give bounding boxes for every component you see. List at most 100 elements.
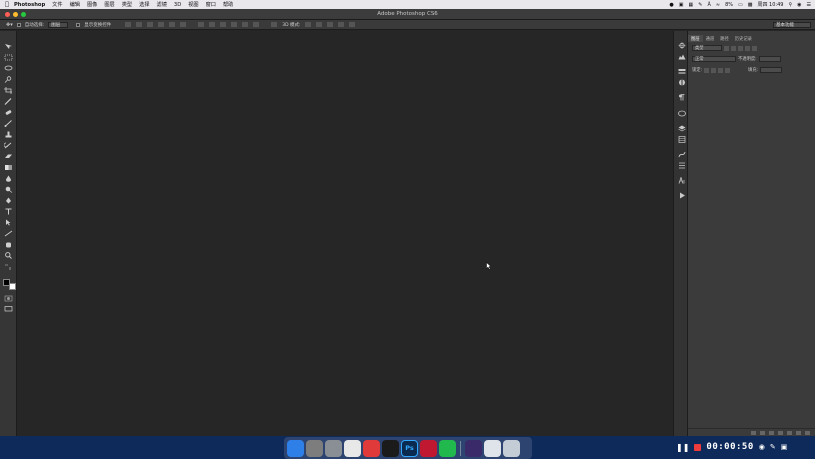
filter-adjustment-icon[interactable] xyxy=(731,45,736,51)
screen-mode-icon[interactable] xyxy=(4,305,13,312)
lock-image-icon[interactable] xyxy=(711,67,717,73)
menu-filter[interactable]: 滤镜 xyxy=(157,1,167,8)
camera-icon[interactable]: ◉ xyxy=(759,443,765,451)
fullscreen-icon[interactable]: ▣ xyxy=(781,443,788,451)
actions-icon[interactable] xyxy=(678,192,686,199)
distribute-left-icon[interactable] xyxy=(231,22,238,27)
link-layers-icon[interactable] xyxy=(751,430,756,435)
dock-chrome-icon[interactable] xyxy=(344,439,361,457)
pen-annotate-icon[interactable]: ✎ xyxy=(770,443,776,451)
dock-weibo-icon[interactable] xyxy=(363,439,380,457)
notification-center-icon[interactable]: ☰ xyxy=(807,2,811,8)
distribute-top-icon[interactable] xyxy=(198,22,205,27)
bluetooth-icon[interactable]: Å xyxy=(707,2,710,8)
gradient-tool-icon[interactable] xyxy=(4,164,13,171)
battery-percent[interactable]: 8% xyxy=(725,2,733,8)
adjustments-icon[interactable] xyxy=(678,68,686,75)
align-vcenter-icon[interactable] xyxy=(136,22,143,27)
stop-recording-button[interactable] xyxy=(694,443,702,451)
lock-position-icon[interactable] xyxy=(718,67,724,73)
adjustment-layer-icon[interactable] xyxy=(778,430,783,435)
3d-pan-icon[interactable] xyxy=(326,22,333,27)
channels-icon[interactable] xyxy=(678,136,686,143)
lock-transparent-icon[interactable] xyxy=(704,67,710,73)
history-brush-tool-icon[interactable] xyxy=(4,142,13,149)
tab-paths[interactable]: 路径 xyxy=(717,35,732,42)
histogram-icon[interactable] xyxy=(678,53,686,60)
distribute-hcenter-icon[interactable] xyxy=(242,22,249,27)
dock-preview-icon[interactable] xyxy=(484,439,501,457)
dock-photoshop-icon[interactable]: Ps xyxy=(401,439,418,457)
path-select-tool-icon[interactable] xyxy=(4,219,13,226)
3d-rotate-icon[interactable] xyxy=(304,22,311,27)
align-left-icon[interactable] xyxy=(158,22,165,27)
filter-type-icon[interactable] xyxy=(738,45,743,51)
zoom-tool-icon[interactable] xyxy=(4,252,13,259)
properties-icon[interactable] xyxy=(678,162,686,169)
align-hcenter-icon[interactable] xyxy=(169,22,176,27)
quick-mask-icon[interactable] xyxy=(4,295,13,302)
blend-mode-dropdown[interactable]: 正常 xyxy=(692,56,736,62)
filter-smart-object-icon[interactable] xyxy=(752,45,757,51)
healing-brush-tool-icon[interactable] xyxy=(4,109,13,116)
navigator-icon[interactable] xyxy=(678,42,686,49)
3d-scale-icon[interactable] xyxy=(348,22,355,27)
eraser-tool-icon[interactable] xyxy=(4,153,13,160)
menu-layer[interactable]: 图层 xyxy=(104,1,114,8)
3d-icon[interactable] xyxy=(678,110,686,117)
distribute-right-icon[interactable] xyxy=(253,22,260,27)
message-icon[interactable]: ▣ xyxy=(679,2,684,8)
tab-channels[interactable]: 通道 xyxy=(703,35,718,42)
menu-3d[interactable]: 3D xyxy=(174,2,181,8)
grid-icon[interactable]: ▦ xyxy=(689,2,694,8)
menu-edit[interactable]: 编辑 xyxy=(70,1,80,8)
dock-red-app-icon[interactable] xyxy=(420,439,437,457)
distribute-vcenter-icon[interactable] xyxy=(209,22,216,27)
blur-tool-icon[interactable] xyxy=(4,175,13,182)
pause-recording-icon[interactable]: ❚❚ xyxy=(676,443,689,452)
filter-pixel-icon[interactable] xyxy=(724,45,729,51)
color-icon[interactable] xyxy=(678,79,686,86)
dock-purple-app-icon[interactable] xyxy=(465,439,482,457)
tab-layers[interactable]: 图层 xyxy=(688,35,703,42)
menu-app-name[interactable]: Photoshop xyxy=(14,2,45,8)
menu-view[interactable]: 视图 xyxy=(188,1,198,8)
layer-list[interactable] xyxy=(692,77,811,429)
spotlight-icon[interactable]: ⚲ xyxy=(788,2,792,8)
new-group-icon[interactable] xyxy=(787,430,792,435)
workspace-switcher[interactable]: 基本功能 xyxy=(773,22,811,28)
dodge-tool-icon[interactable] xyxy=(4,186,13,193)
move-tool-icon[interactable] xyxy=(4,43,13,50)
auto-select-dropdown[interactable]: 图层 xyxy=(48,21,69,28)
distribute-bottom-icon[interactable] xyxy=(220,22,227,27)
menu-select[interactable]: 选择 xyxy=(139,1,149,8)
pen-tool-icon[interactable] xyxy=(4,197,13,204)
opacity-input[interactable] xyxy=(758,56,781,62)
input-method-icon[interactable]: ▩ xyxy=(748,2,753,8)
hand-tool-icon[interactable] xyxy=(4,241,13,248)
menu-image[interactable]: 图像 xyxy=(87,1,97,8)
menu-type[interactable]: 类型 xyxy=(122,1,132,8)
3d-slide-icon[interactable] xyxy=(337,22,344,27)
filter-kind-dropdown[interactable]: 类型 xyxy=(692,45,722,51)
layer-mask-icon[interactable] xyxy=(769,430,774,435)
dock-iqiyi-icon[interactable] xyxy=(439,439,456,457)
menu-file[interactable]: 文件 xyxy=(52,1,62,8)
filter-shape-icon[interactable] xyxy=(745,45,750,51)
delete-layer-icon[interactable] xyxy=(805,430,810,435)
paths-icon[interactable] xyxy=(678,151,686,158)
apple-icon[interactable]:  xyxy=(0,1,14,8)
mic-icon[interactable]: ● xyxy=(669,2,673,8)
character-icon[interactable] xyxy=(678,177,686,184)
type-tool-icon[interactable] xyxy=(4,208,13,215)
foreground-color-swatch[interactable] xyxy=(3,279,10,286)
eyedropper-tool-icon[interactable] xyxy=(4,98,13,105)
pen-icon[interactable]: ✎ xyxy=(698,2,702,8)
layers-icon[interactable] xyxy=(678,125,686,132)
clone-stamp-tool-icon[interactable] xyxy=(4,131,13,138)
battery-icon[interactable]: ▭ xyxy=(738,2,743,8)
dock-finder-icon[interactable] xyxy=(287,439,304,457)
menu-help[interactable]: 帮助 xyxy=(223,1,233,8)
wifi-icon[interactable]: ≈ xyxy=(716,2,720,8)
menu-window[interactable]: 窗口 xyxy=(206,1,216,8)
